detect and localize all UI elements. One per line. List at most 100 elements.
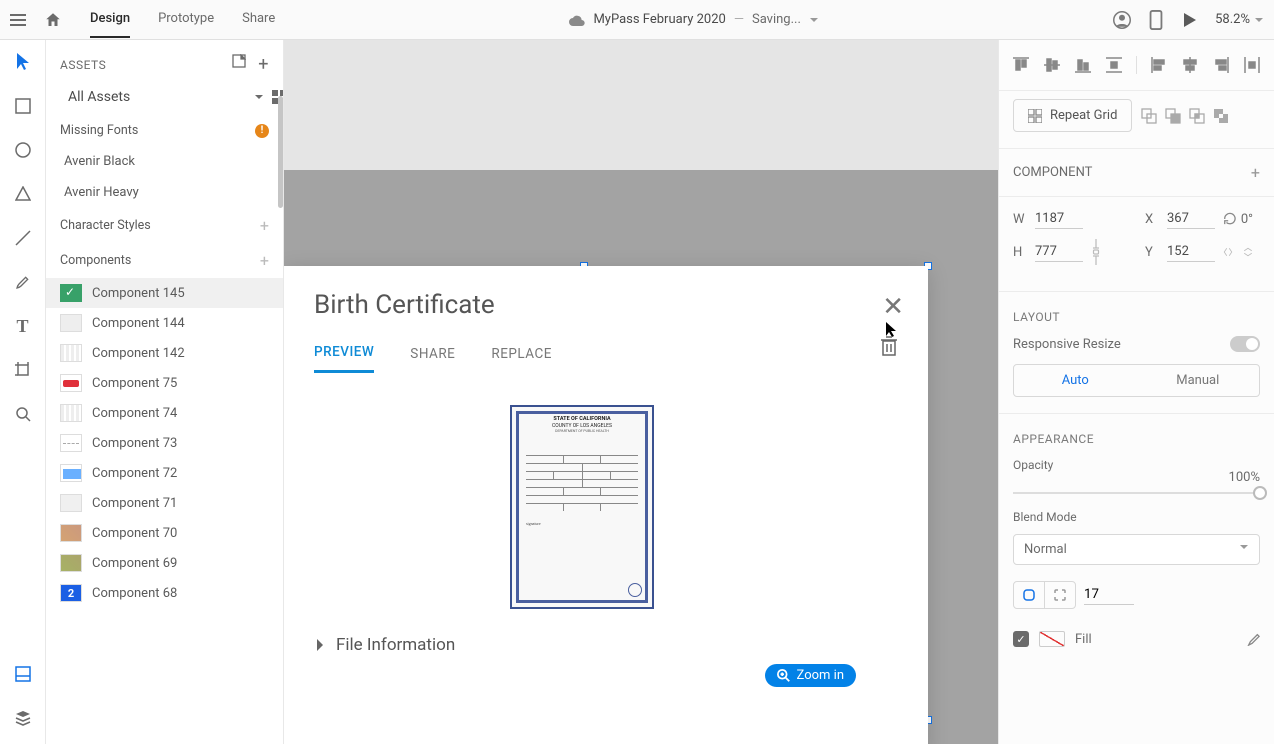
eyedropper-icon[interactable] [1246,632,1260,646]
assets-panel-icon[interactable] [13,664,33,684]
zoom-value[interactable]: 58.2% [1215,12,1250,27]
home-icon[interactable] [44,11,62,29]
zoom-tool[interactable] [13,404,33,424]
x-input[interactable] [1167,209,1215,229]
trash-icon[interactable] [880,336,898,356]
width-input[interactable] [1035,209,1083,229]
flip-h-icon[interactable] [1223,245,1233,259]
component-item[interactable]: 2Component 68 [46,578,283,608]
align-bottom-icon[interactable] [1075,56,1092,74]
add-icon[interactable]: + [1251,163,1260,182]
boolean-add-icon[interactable] [1140,107,1158,125]
blend-mode-label: Blend Mode [1013,510,1077,524]
align-hcenter-icon[interactable] [1182,56,1199,74]
distribute-v-icon[interactable] [1105,56,1122,74]
pen-tool[interactable] [13,272,33,292]
align-vcenter-icon[interactable] [1044,56,1061,74]
library-icon[interactable] [232,54,246,68]
boolean-intersect-icon[interactable] [1188,107,1206,125]
height-input[interactable] [1035,242,1083,262]
font-item[interactable]: Avenir Black [46,146,283,177]
font-item[interactable]: Avenir Heavy [46,177,283,208]
height-label: H [1013,245,1027,260]
warning-icon[interactable]: ! [255,124,269,138]
tab-share[interactable]: Share [242,1,275,38]
align-top-icon[interactable] [1013,56,1030,74]
scrollbar-thumb[interactable] [278,96,283,208]
y-label: Y [1145,245,1159,260]
align-right-icon[interactable] [1213,56,1230,74]
select-tool[interactable] [13,52,33,72]
modal-tab-share[interactable]: SHARE [410,336,455,372]
repeat-grid-label: Repeat Grid [1050,108,1117,123]
component-item[interactable]: Component 75 [46,368,283,398]
polygon-tool[interactable] [13,184,33,204]
component-item[interactable]: Component 69 [46,548,283,578]
file-information-toggle[interactable]: File Information [284,609,928,655]
opacity-value: 100% [1229,470,1260,485]
line-tool[interactable] [13,228,33,248]
opacity-slider[interactable] [1013,492,1260,494]
auto-button[interactable]: Auto [1014,365,1137,396]
blend-mode-select[interactable]: Normal [1013,534,1260,565]
ellipse-tool[interactable] [13,140,33,160]
close-icon[interactable]: ✕ [882,292,904,322]
lock-aspect-icon[interactable] [1091,239,1137,265]
component-item[interactable]: Component 72 [46,458,283,488]
align-left-icon[interactable] [1151,56,1168,74]
boolean-subtract-icon[interactable] [1164,107,1182,125]
device-icon[interactable] [1149,10,1163,30]
distribute-h-icon[interactable] [1243,56,1260,74]
fill-label: Fill [1075,632,1092,647]
add-icon[interactable]: + [260,251,269,270]
certificate-preview: STATE OF CALIFORNIA COUNTY OF LOS ANGELE… [510,405,654,609]
repeat-grid-button[interactable]: Repeat Grid [1013,99,1132,132]
y-input[interactable] [1167,242,1215,262]
blend-mode-value: Normal [1024,542,1067,557]
component-item[interactable]: Component 71 [46,488,283,518]
corner-radius-input[interactable] [1084,585,1134,605]
rotate-icon[interactable] [1223,212,1237,226]
responsive-resize-label: Responsive Resize [1013,337,1121,352]
tab-design[interactable]: Design [90,1,130,38]
assets-search-input[interactable] [68,89,246,105]
canvas[interactable]: Birth Certificate ✕ PREVIEW SHARE REPLAC… [284,40,998,744]
char-styles-label: Character Styles [60,218,151,233]
boolean-exclude-icon[interactable] [1212,107,1230,125]
tab-prototype[interactable]: Prototype [158,1,214,38]
chevron-down-icon[interactable] [254,92,264,102]
modal-tab-replace[interactable]: REPLACE [491,336,552,372]
play-icon[interactable] [1181,12,1197,28]
chevron-down-icon[interactable] [1254,15,1264,25]
component-item[interactable]: Component 70 [46,518,283,548]
corner-independent-icon[interactable] [1045,582,1075,608]
flip-v-icon[interactable] [1243,245,1253,259]
menu-icon[interactable] [10,14,26,26]
add-icon[interactable]: + [258,54,269,75]
component-item[interactable]: Component 74 [46,398,283,428]
component-name: Component 68 [92,586,177,601]
component-item[interactable]: Component 142 [46,338,283,368]
artboard-tool[interactable] [13,360,33,380]
responsive-resize-toggle[interactable] [1230,336,1260,352]
layers-panel-icon[interactable] [13,708,33,728]
avatar-icon[interactable] [1113,11,1131,29]
text-tool[interactable]: T [13,316,33,336]
zoom-in-label: Zoom in [797,668,844,683]
modal-tab-preview[interactable]: PREVIEW [314,334,374,373]
manual-button[interactable]: Manual [1137,365,1260,396]
corner-all-icon[interactable] [1014,582,1045,608]
component-item[interactable]: Component 144 [46,308,283,338]
zoom-in-button[interactable]: Zoom in [765,664,856,687]
fill-swatch[interactable] [1039,631,1065,647]
rotation-value[interactable]: 0° [1241,212,1253,227]
doc-title: MyPass February 2020 [593,12,725,27]
component-item[interactable]: Component 145 [46,278,283,308]
component-name: Component 74 [92,406,177,421]
component-item[interactable]: Component 73 [46,428,283,458]
add-icon[interactable]: + [260,216,269,235]
fill-checkbox[interactable]: ✓ [1013,631,1029,647]
component-section-title: COMPONENT [1013,165,1092,180]
rectangle-tool[interactable] [13,96,33,116]
chevron-down-icon[interactable] [809,15,819,25]
